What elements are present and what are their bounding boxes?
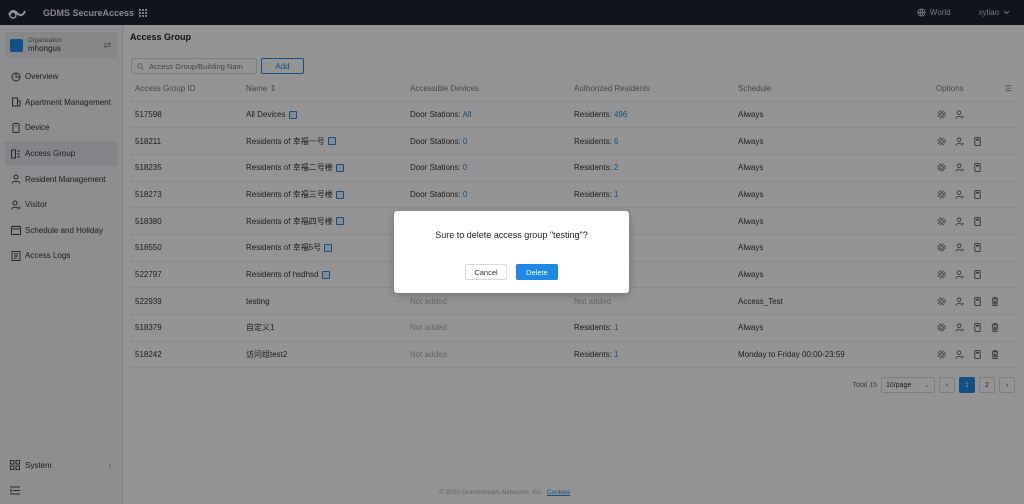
delete-confirm-dialog: Sure to delete access group "testing"? C… (394, 211, 629, 293)
dialog-message: Sure to delete access group "testing"? (435, 230, 588, 240)
delete-button[interactable]: Delete (516, 264, 558, 280)
cancel-button[interactable]: Cancel (465, 264, 507, 280)
